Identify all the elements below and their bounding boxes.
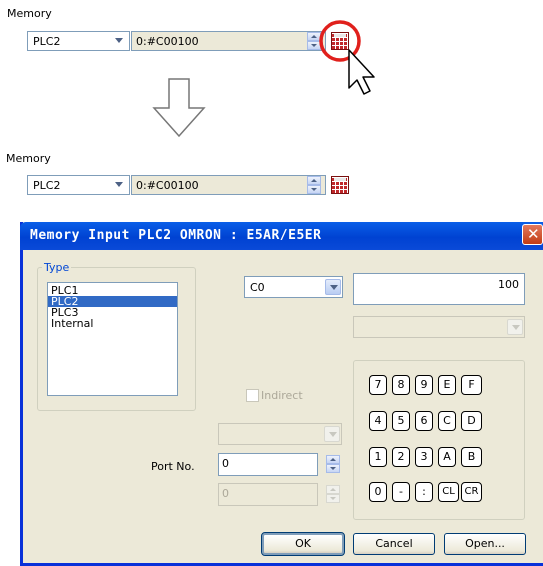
key-clear[interactable]: CL <box>438 482 459 502</box>
list-item[interactable]: Internal <box>48 318 177 329</box>
key-e[interactable]: E <box>438 375 456 395</box>
mouse-pointer-icon <box>348 49 375 95</box>
address-spinner[interactable] <box>307 176 321 194</box>
spin-down-icon <box>326 494 340 503</box>
spin-down-icon[interactable] <box>307 185 321 194</box>
plc-select[interactable]: PLC2 <box>27 175 130 195</box>
chevron-down-icon[interactable] <box>111 177 127 193</box>
port-label: Port No. <box>151 460 195 473</box>
memory-address-field[interactable]: 0:#C00100 <box>131 175 326 195</box>
chevron-down-icon <box>507 319 523 335</box>
key-f[interactable]: F <box>461 375 482 395</box>
key-4[interactable]: 4 <box>369 411 387 431</box>
down-arrow-icon <box>152 78 206 138</box>
memory-type-value: C0 <box>250 281 265 294</box>
type-group-title: Type <box>42 261 72 274</box>
memory-label: Memory <box>6 152 51 165</box>
plc-select-value: PLC2 <box>33 179 61 192</box>
memory-address-field[interactable]: 0:#C00100 <box>131 31 326 51</box>
indirect-checkbox[interactable] <box>246 389 259 402</box>
indirect-label: Indirect <box>261 389 303 402</box>
key-3[interactable]: 3 <box>415 447 433 467</box>
chevron-down-icon[interactable] <box>111 33 127 49</box>
key-9[interactable]: 9 <box>415 375 433 395</box>
ok-button[interactable]: OK <box>261 532 345 556</box>
plc-select[interactable]: PLC2 <box>27 31 130 51</box>
port-input[interactable]: 0 <box>218 453 318 476</box>
key-c[interactable]: C <box>438 411 456 431</box>
key-0[interactable]: 0 <box>369 482 387 502</box>
type-listbox[interactable]: PLC1 PLC2 PLC3 Internal <box>47 282 178 396</box>
memory-address-value: 0:#C00100 <box>136 35 199 48</box>
port-spinner[interactable] <box>326 455 340 473</box>
dialog-title-bar[interactable]: Memory Input PLC2 OMRON : E5AR/E5ER ✕ <box>20 222 543 250</box>
value-input[interactable]: 100 <box>353 273 525 305</box>
key-5[interactable]: 5 <box>392 411 410 431</box>
key-8[interactable]: 8 <box>392 375 410 395</box>
port-value: 0 <box>222 457 229 470</box>
calculator-icon[interactable] <box>331 176 349 194</box>
key-b[interactable]: B <box>461 447 482 467</box>
value-text: 100 <box>498 278 519 291</box>
spin-up-icon[interactable] <box>307 176 321 185</box>
key-a[interactable]: A <box>438 447 456 467</box>
spin-up-icon[interactable] <box>326 455 340 464</box>
spin-up-icon <box>326 485 340 494</box>
plc-select-value: PLC2 <box>33 35 61 48</box>
key-colon[interactable]: : <box>415 482 433 502</box>
chevron-down-icon <box>324 426 340 442</box>
memory-type-select[interactable]: C0 <box>244 276 343 298</box>
spin-down-icon[interactable] <box>326 464 340 473</box>
key-carriage-return[interactable]: CR <box>461 482 482 502</box>
memory-label: Memory <box>7 7 52 20</box>
port-spinner-disabled <box>326 485 340 503</box>
close-button[interactable]: ✕ <box>522 224 543 245</box>
key-6[interactable]: 6 <box>415 411 433 431</box>
highlight-circle-icon <box>319 20 375 95</box>
port-disabled-value: 0 <box>222 487 229 500</box>
indirect-select-disabled <box>218 423 342 445</box>
dialog-title: Memory Input PLC2 OMRON : E5AR/E5ER <box>30 228 322 243</box>
chevron-down-icon[interactable] <box>325 279 341 295</box>
port-input-disabled: 0 <box>218 483 318 506</box>
close-icon: ✕ <box>527 225 540 243</box>
memory-address-value: 0:#C00100 <box>136 179 199 192</box>
sub-select-disabled <box>353 316 525 338</box>
key-7[interactable]: 7 <box>369 375 387 395</box>
key-d[interactable]: D <box>461 411 482 431</box>
key-minus[interactable]: - <box>392 482 410 502</box>
open-button[interactable]: Open... <box>444 533 526 555</box>
key-2[interactable]: 2 <box>392 447 410 467</box>
key-1[interactable]: 1 <box>369 447 387 467</box>
cancel-button[interactable]: Cancel <box>353 533 435 555</box>
